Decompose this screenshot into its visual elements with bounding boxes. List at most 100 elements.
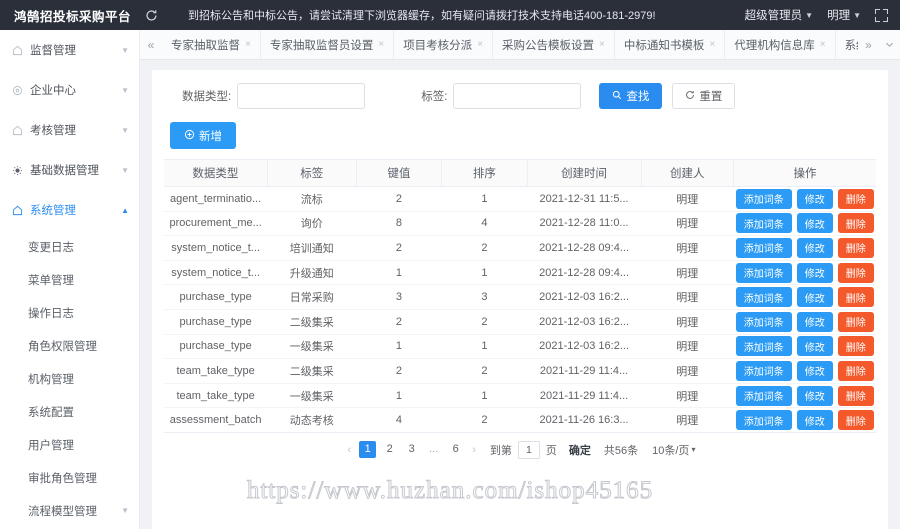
delete-button[interactable]: 删除 <box>837 188 874 209</box>
add-entry-button[interactable]: 添加词条 <box>735 237 792 258</box>
close-icon[interactable]: × <box>820 39 826 50</box>
edit-button[interactable]: 修改 <box>796 287 833 308</box>
sidebar-item-basic-data[interactable]: 基础数据管理 ▼ <box>0 150 139 190</box>
add-entry-button[interactable]: 添加词条 <box>735 311 792 332</box>
confirm-page-button[interactable]: 确定 <box>569 442 591 458</box>
cell-created-time: 2021-11-29 11:4... <box>527 383 642 409</box>
tab-project-assessment-assignment[interactable]: 项目考核分派 × <box>394 30 494 59</box>
reset-button[interactable]: 重置 <box>672 83 736 109</box>
cell-operations: 添加词条 修改 删除 <box>733 407 876 433</box>
page-number-1[interactable]: 1 <box>359 441 377 459</box>
add-entry-button[interactable]: 添加词条 <box>735 410 792 431</box>
search-button[interactable]: 查找 <box>599 83 663 109</box>
edit-button[interactable]: 修改 <box>796 336 833 357</box>
add-entry-button[interactable]: 添加词条 <box>735 262 792 283</box>
tag-label: 标签: <box>421 91 448 103</box>
tab-agency-info-library[interactable]: 代理机构信息库 × <box>725 30 836 59</box>
edit-button[interactable]: 修改 <box>796 213 833 234</box>
cell-created-time: 2021-12-03 16:2... <box>527 334 642 360</box>
column-header-data-type: 数据类型 <box>164 159 268 187</box>
chevron-down-icon: ▾ <box>691 445 696 455</box>
refresh-icon[interactable] <box>140 9 162 22</box>
add-entry-button[interactable]: 添加词条 <box>735 213 792 234</box>
sidebar-item-enterprise-center[interactable]: 企业中心 ▼ <box>0 70 139 110</box>
tab-expert-draw-supervisor-settings[interactable]: 专家抽取监督员设置 × <box>260 30 395 59</box>
edit-button[interactable]: 修改 <box>796 237 833 258</box>
role-menu[interactable]: 超级管理员 ▼ <box>745 7 813 23</box>
close-icon[interactable]: × <box>245 39 251 50</box>
tab-purchase-announcement-template[interactable]: 采购公告模板设置 × <box>493 30 615 59</box>
cell-sort: 1 <box>441 334 528 360</box>
add-entry-button[interactable]: 添加词条 <box>735 336 792 357</box>
data-type-input[interactable] <box>237 83 366 109</box>
sidebar-top-groups: 监督管理 ▼ 企业中心 ▼ 考核管理 ▼ 基础数据管理 ▼ 系统管理 ▲ <box>0 30 139 230</box>
page-number-6[interactable]: 6 <box>447 441 464 458</box>
plus-circle-icon <box>184 129 195 143</box>
delete-button[interactable]: 删除 <box>837 311 874 332</box>
sidebar-item-change-log[interactable]: 变更日志 <box>0 230 139 263</box>
sidebar-item-supervision[interactable]: 监督管理 ▼ <box>0 30 139 70</box>
add-entry-button[interactable]: 添加词条 <box>735 188 792 209</box>
sidebar-item-role-permission[interactable]: 角色权限管理 <box>0 329 139 362</box>
delete-button[interactable]: 删除 <box>837 336 874 357</box>
sidebar-item-system-management[interactable]: 系统管理 ▲ <box>0 190 139 230</box>
edit-button[interactable]: 修改 <box>796 410 833 431</box>
add-entry-button[interactable]: 添加词条 <box>735 385 792 406</box>
cell-sort: 3 <box>441 284 528 310</box>
sidebar-subitem-label: 菜单管理 <box>28 274 74 287</box>
sidebar-item-system-config[interactable]: 系统配置 <box>0 395 139 428</box>
delete-button[interactable]: 删除 <box>837 360 874 381</box>
page-number-3[interactable]: 3 <box>403 441 420 458</box>
edit-button[interactable]: 修改 <box>796 360 833 381</box>
edit-button[interactable]: 修改 <box>796 262 833 283</box>
pagination: ‹ 1 2 3 ... 6 › 到第 页 确定 共56条 10条/页 <box>164 433 876 467</box>
delete-button[interactable]: 删除 <box>837 237 874 258</box>
page-number-2[interactable]: 2 <box>381 441 398 458</box>
tab-bid-winning-notice-template[interactable]: 中标通知书模板 × <box>614 30 726 59</box>
cell-sort: 1 <box>441 186 528 212</box>
page-size-select[interactable]: 10条/页 ▾ <box>652 442 695 458</box>
add-entry-button[interactable]: 添加词条 <box>735 287 792 308</box>
top-right-actions: 超级管理员 ▼ 明理 ▼ <box>745 7 900 23</box>
tab-system-config[interactable]: 系统配置 × <box>835 30 858 59</box>
edit-button[interactable]: 修改 <box>796 385 833 406</box>
sidebar-item-user-management[interactable]: 用户管理 <box>0 428 139 461</box>
cell-tag: 流标 <box>267 186 357 212</box>
delete-button[interactable]: 删除 <box>837 262 874 283</box>
sidebar-item-assessment[interactable]: 考核管理 ▼ <box>0 110 139 150</box>
double-chevron-left-icon[interactable]: « <box>140 30 162 59</box>
tag-input[interactable] <box>453 83 582 109</box>
edit-button[interactable]: 修改 <box>796 188 833 209</box>
sidebar-item-organization[interactable]: 机构管理 <box>0 362 139 395</box>
cell-tag: 日常采购 <box>267 284 357 310</box>
delete-button[interactable]: 删除 <box>837 213 874 234</box>
delete-button[interactable]: 删除 <box>837 410 874 431</box>
cell-operations: 添加词条 修改 删除 <box>733 260 876 286</box>
tab-expert-draw-supervision[interactable]: 专家抽取监督 × <box>162 30 261 59</box>
sidebar-item-process-model[interactable]: 流程模型管理 ▼ <box>0 494 139 527</box>
fullscreen-icon[interactable] <box>875 8 888 22</box>
page-jump-input[interactable] <box>517 440 540 459</box>
double-chevron-right-icon[interactable]: » <box>858 38 879 52</box>
edit-button[interactable]: 修改 <box>796 311 833 332</box>
cell-creator: 明理 <box>641 235 734 261</box>
add-button[interactable]: 新增 <box>170 122 236 149</box>
sidebar-item-menu-management[interactable]: 菜单管理 <box>0 263 139 296</box>
role-label: 超级管理员 <box>744 10 803 22</box>
next-page-button[interactable]: › <box>469 444 479 456</box>
prev-page-button[interactable]: ‹ <box>345 444 355 456</box>
add-entry-button[interactable]: 添加词条 <box>735 360 792 381</box>
close-icon[interactable]: × <box>599 39 605 50</box>
close-icon[interactable]: × <box>709 39 715 50</box>
delete-button[interactable]: 删除 <box>837 385 874 406</box>
close-icon[interactable]: × <box>378 39 384 50</box>
delete-button[interactable]: 删除 <box>837 287 874 308</box>
sidebar-item-label: 监督管理 <box>30 45 76 57</box>
chevron-down-icon[interactable] <box>879 39 900 50</box>
sidebar-subitem-label: 操作日志 <box>28 307 74 320</box>
sidebar-item-operation-log[interactable]: 操作日志 <box>0 296 139 329</box>
sidebar-item-approval-role[interactable]: 审批角色管理 <box>0 461 139 494</box>
user-menu[interactable]: 明理 ▼ <box>827 7 861 23</box>
tab-bar: « 专家抽取监督 × 专家抽取监督员设置 × 项目考核分派 × 采购公告模板设置… <box>140 30 900 60</box>
close-icon[interactable]: × <box>477 39 483 50</box>
